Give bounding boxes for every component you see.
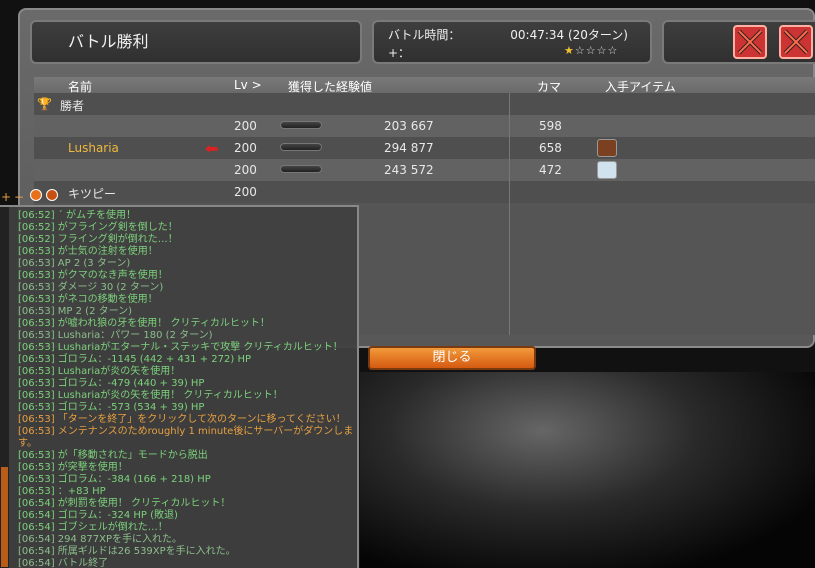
chat-scrollbar[interactable] bbox=[0, 207, 9, 568]
chat-line: [06:53] Lushariaが炎の矢を使用！ クリティカルヒット！ bbox=[18, 390, 283, 401]
chat-line: [06:52] ´ がムチを使用！ bbox=[18, 210, 136, 221]
chat-scroll-thumb[interactable] bbox=[1, 467, 8, 567]
player-level: 200 bbox=[234, 185, 257, 199]
xp-progress-bar bbox=[280, 121, 322, 129]
close-button[interactable]: 閉じる bbox=[368, 346, 536, 370]
chat-line: [06:53] ：+83 HP bbox=[18, 486, 106, 497]
chat-expand-button[interactable]: + bbox=[1, 190, 11, 204]
close-x-icon bbox=[737, 29, 763, 55]
chat-line: [06:53] がネコの移動を使用！ bbox=[18, 294, 158, 305]
player-kama: 658 bbox=[539, 141, 562, 155]
header-lv[interactable]: Lv > bbox=[234, 78, 262, 92]
chat-line: [06:53] ゴロラム：-384 (166 + 218) HP bbox=[18, 474, 211, 485]
rating-stars: ★☆☆☆☆ bbox=[564, 44, 618, 57]
table-row[interactable]: 200 243 572 472 bbox=[34, 159, 815, 181]
chat-line: [06:52] がフライング剣を倒した！ bbox=[18, 222, 178, 233]
player-name: キツピー bbox=[68, 187, 117, 201]
chat-line: [06:53] AP 2 (3 ターン) bbox=[18, 258, 131, 269]
table-row[interactable]: Lusharia ⬅ 200 294 877 658 bbox=[34, 137, 815, 159]
boot-item-icon[interactable] bbox=[597, 139, 617, 157]
chat-line: [06:53] 「ターンを終了」をクリックして次のターンに移ってください！ bbox=[18, 414, 346, 425]
window-title: バトル勝利 bbox=[30, 20, 362, 64]
chat-smiley-icon[interactable] bbox=[30, 189, 42, 201]
column-divider bbox=[509, 93, 510, 335]
battle-time-value: 00:47:34 (20ターン) bbox=[510, 28, 628, 42]
xp-progress-bar bbox=[280, 165, 322, 173]
chat-controls: + − bbox=[0, 189, 64, 204]
close-x-icon bbox=[783, 29, 809, 55]
player-name: Lusharia bbox=[68, 141, 119, 155]
player-xp: 294 877 bbox=[384, 141, 434, 155]
game-scene-background bbox=[360, 372, 815, 568]
chat-line: [06:52] フライング剣が倒れた…！ bbox=[18, 234, 178, 245]
chat-line: [06:53] ゴロラム：-1145 (442 + 431 + 272) HP bbox=[18, 354, 252, 365]
winner-label: 勝者 bbox=[60, 99, 85, 113]
player-xp: 243 572 bbox=[384, 163, 434, 177]
chat-line: [06:53] が突撃を使用！ bbox=[18, 462, 128, 473]
chat-line: [06:53] が「移動された」モードから脱出 bbox=[18, 450, 208, 461]
plus-label: +： bbox=[388, 46, 411, 60]
chat-line: [06:53] ゴロラム：-479 (440 + 39) HP bbox=[18, 378, 205, 389]
table-header: 名前 Lv > 獲得した経験値 カマ 入手アイテム bbox=[34, 77, 815, 94]
chat-emote-icon[interactable] bbox=[46, 189, 58, 201]
player-kama: 598 bbox=[539, 119, 562, 133]
chat-line: [06:53] メンテナンスのためroughly 1 minute後にサーバーが… bbox=[18, 426, 354, 449]
chat-line: [06:54] 所属ギルドは26 539XPを手に入れた。 bbox=[18, 546, 236, 557]
close-x-button-2[interactable] bbox=[779, 25, 813, 59]
chat-collapse-button[interactable]: − bbox=[14, 190, 24, 204]
winner-group-row: 🏆 勝者 bbox=[34, 93, 815, 115]
chat-line: [06:53] がクマのなき声を使用！ bbox=[18, 270, 168, 281]
chat-line: [06:54] バトル終了 bbox=[18, 558, 109, 568]
chat-line: [06:53] Lushariaがエターナル・ステッキで攻撃 クリティカルヒット… bbox=[18, 342, 343, 353]
player-level: 200 bbox=[234, 119, 257, 133]
table-row[interactable]: 200 203 667 598 bbox=[34, 115, 815, 137]
chat-line: [06:53] ゴロラム：-573 (534 + 39) HP bbox=[18, 402, 205, 413]
table-row[interactable]: キツピー 200 bbox=[34, 181, 815, 203]
chat-line: [06:53] Lushariaが炎の矢を使用！ bbox=[18, 366, 181, 377]
chat-line: [06:53] Lusharia：パワー 180 (2 ターン) bbox=[18, 330, 213, 341]
chat-line: [06:54] が刺罰を使用！ クリティカルヒット！ bbox=[18, 498, 231, 509]
xp-progress-bar bbox=[280, 143, 322, 151]
crystal-item-icon[interactable] bbox=[597, 161, 617, 179]
close-x-button[interactable] bbox=[733, 25, 767, 59]
player-level: 200 bbox=[234, 163, 257, 177]
battle-time-label: バトル時間： bbox=[388, 28, 461, 42]
player-level: 200 bbox=[234, 141, 257, 155]
player-xp: 203 667 bbox=[384, 119, 434, 133]
star-empty-icons: ☆☆☆☆ bbox=[574, 44, 619, 57]
chat-line: [06:54] ゴブシェルが倒れた…！ bbox=[18, 522, 168, 533]
chat-lines: [06:52] ´ がムチを使用！ [06:52] がフライング剣を倒した！ [… bbox=[18, 210, 354, 568]
red-arrow-icon: ⬅ bbox=[205, 139, 219, 158]
chat-line: [06:53] が士気の注射を使用！ bbox=[18, 246, 158, 257]
chat-line: [06:54] ゴロラム：-324 HP (敗退) bbox=[18, 510, 178, 521]
battle-info-panel: バトル時間： 00:47:34 (20ターン) +： ★☆☆☆☆ bbox=[372, 20, 652, 64]
chat-line: [06:53] ダメージ 30 (2 ターン) bbox=[18, 282, 164, 293]
player-kama: 472 bbox=[539, 163, 562, 177]
star-filled-icon: ★ bbox=[564, 44, 575, 57]
chat-log[interactable]: [06:52] ´ がムチを使用！ [06:52] がフライング剣を倒した！ [… bbox=[0, 205, 359, 568]
chat-line: [06:53] が嘘われ狼の牙を使用！ クリティカルヒット！ bbox=[18, 318, 270, 329]
trophy-icon: 🏆 bbox=[37, 97, 52, 111]
chat-line: [06:54] 294 877XPを手に入れた。 bbox=[18, 534, 183, 545]
chat-line: [06:53] MP 2 (2 ターン) bbox=[18, 306, 133, 317]
